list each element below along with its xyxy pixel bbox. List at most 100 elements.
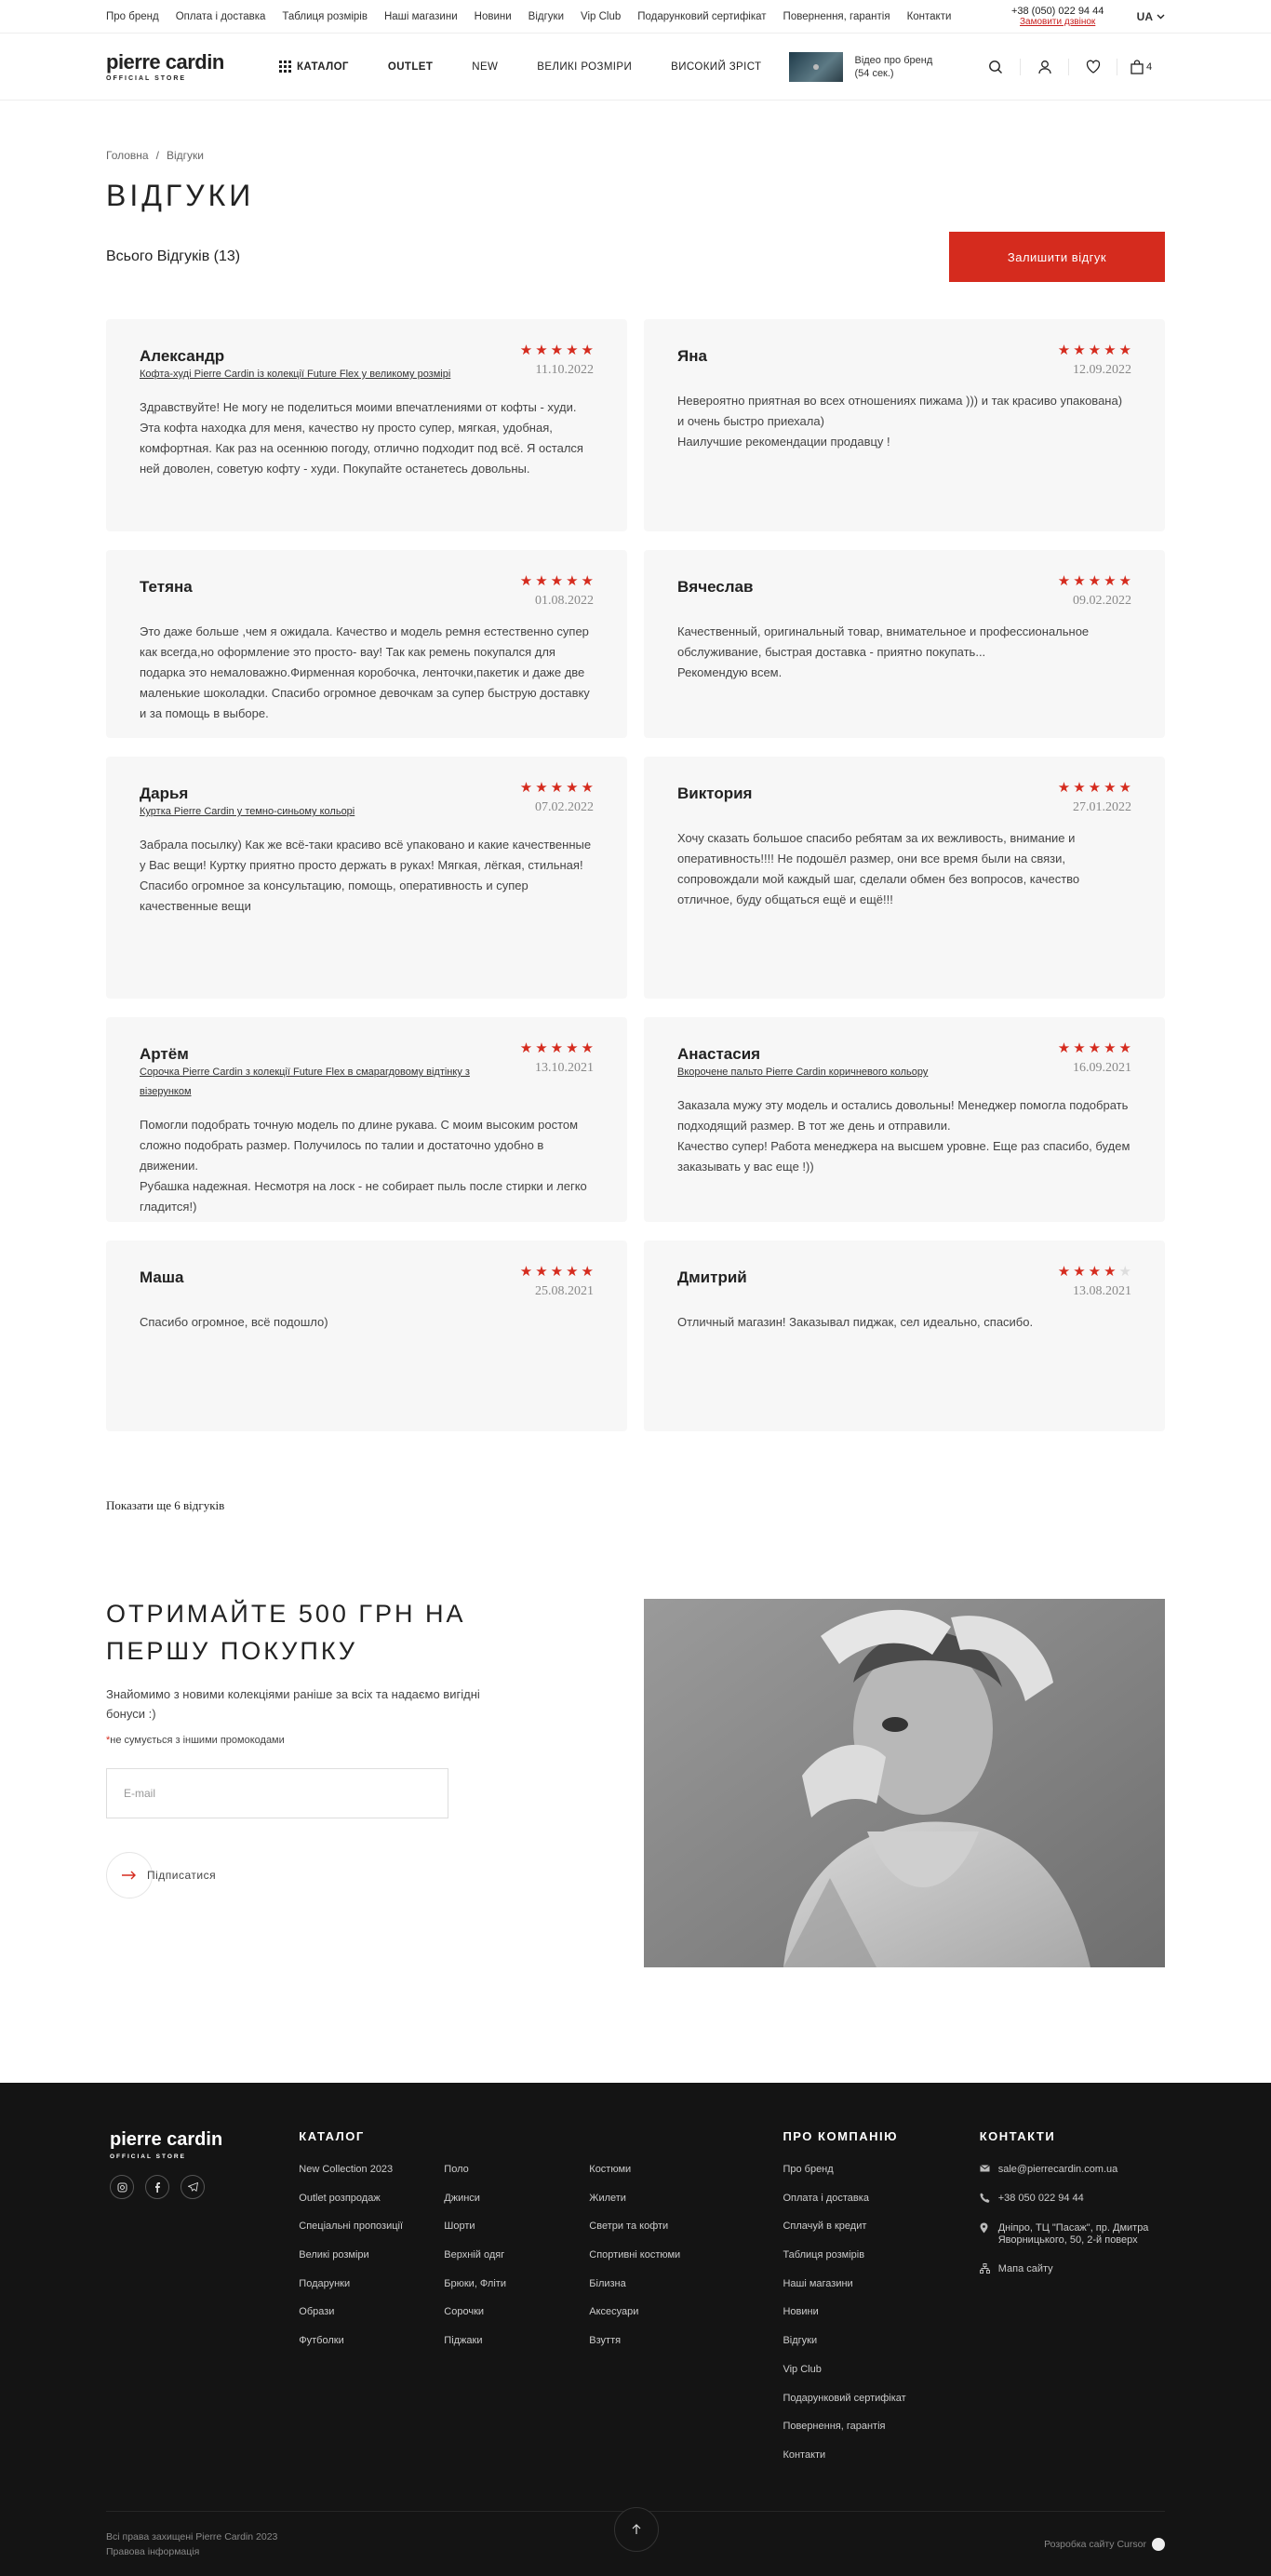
subscribe-title: ОТРИМАЙТЕ 500 ГРН НА ПЕРШУ ПОКУПКУ bbox=[106, 1600, 466, 1665]
breadcrumb-home[interactable]: Головна bbox=[106, 149, 149, 162]
review-text: Хочу сказать большое спасибо ребятам за … bbox=[677, 831, 1080, 906]
footer-catalog-link[interactable]: Светри та кофти bbox=[589, 2220, 734, 2233]
footer-catalog-link[interactable]: New Collection 2023 bbox=[299, 2164, 444, 2176]
footer-catalog-link[interactable]: Спеціальні пропозиції bbox=[299, 2220, 444, 2233]
review-meta: ★ ★ ★ ★ ★ 11.10.2022 bbox=[520, 343, 594, 378]
footer-catalog-link[interactable]: Жилети bbox=[589, 2193, 734, 2205]
legal-info-link[interactable]: Правова інформація bbox=[106, 2544, 277, 2559]
footer-catalog-link[interactable]: Футболки bbox=[299, 2335, 444, 2347]
footer-contacts-list: sale@pierrecardin.com.ua +38 050 022 94 … bbox=[979, 2164, 1165, 2277]
logo[interactable]: pierre cardin OFFICIAL STORE bbox=[106, 51, 279, 82]
top-link-news[interactable]: Новини bbox=[475, 11, 512, 22]
star-icon: ★ bbox=[1104, 1040, 1117, 1056]
footer-company-link[interactable]: Повернення, гарантія bbox=[783, 2421, 979, 2433]
footer-catalog-link[interactable]: Аксесуари bbox=[589, 2306, 734, 2318]
review-card: Тетяна ★ ★ ★ ★ ★ 01.08.2022 Это даже больше ,че… bbox=[106, 550, 627, 738]
cart-button[interactable]: 4 bbox=[1117, 58, 1165, 75]
footer-catalog-column: New Collection 2023 Outlet розпродаж Спеці… bbox=[299, 2164, 444, 2364]
footer-catalog-link[interactable]: Сорочки bbox=[444, 2306, 589, 2318]
review-product-link[interactable]: Куртка Pierre Cardin у темно-синьому кол… bbox=[140, 802, 502, 822]
star-icon: ★ bbox=[519, 1040, 533, 1056]
footer-catalog-column: Костюми Жилети Светри та кофти Спортивні ко… bbox=[589, 2164, 734, 2364]
top-link-vip[interactable]: Vip Club bbox=[581, 11, 621, 22]
footer-catalog-link[interactable]: Спортивні костюми bbox=[589, 2249, 734, 2261]
wishlist-button[interactable] bbox=[1068, 58, 1117, 75]
email-field[interactable] bbox=[106, 1768, 448, 1818]
reviews-count: Всього Відгуків (13) bbox=[106, 248, 241, 264]
footer-company-link[interactable]: Наші магазини bbox=[783, 2278, 979, 2290]
developer-link[interactable]: Розробка сайту Cursor bbox=[1044, 2537, 1165, 2552]
video-caption: Відео про бренд (54 сек.) bbox=[854, 54, 932, 80]
footer-catalog-link[interactable]: Костюми bbox=[589, 2164, 734, 2176]
star-icon: ★ bbox=[550, 342, 564, 358]
contact-phone[interactable]: +38 050 022 94 44 bbox=[980, 2193, 1165, 2207]
account-button[interactable] bbox=[1020, 58, 1068, 75]
leave-review-button[interactable]: Залишити відгук bbox=[949, 232, 1165, 282]
facebook-icon[interactable] bbox=[145, 2175, 169, 2199]
footer-company-link[interactable]: Подарунковий сертифікат bbox=[783, 2393, 979, 2405]
reviewer-name: Артём bbox=[140, 1045, 189, 1063]
sitemap-link[interactable]: Мапа сайту bbox=[979, 2263, 1165, 2277]
footer-company-link[interactable]: Vip Club bbox=[783, 2364, 979, 2376]
review-meta: ★ ★ ★ ★ ★ 09.02.2022 bbox=[1058, 574, 1131, 609]
top-link-certificate[interactable]: Подарунковий сертифікат bbox=[637, 11, 766, 22]
footer-catalog-link[interactable]: Образи bbox=[299, 2306, 444, 2318]
footer-company-link[interactable]: Контакти bbox=[783, 2449, 979, 2462]
instagram-icon[interactable] bbox=[110, 2175, 134, 2199]
arrow-right-icon bbox=[106, 1852, 153, 1898]
scroll-to-top-button[interactable] bbox=[614, 2507, 659, 2552]
footer-catalog-link[interactable]: Верхній одяг bbox=[444, 2249, 589, 2261]
contact-email[interactable]: sale@pierrecardin.com.ua bbox=[979, 2164, 1165, 2176]
footer-company-link[interactable]: Оплата і доставка bbox=[783, 2193, 979, 2205]
footer-company-link[interactable]: Новини bbox=[783, 2306, 979, 2318]
footer-company-link[interactable]: Відгуки bbox=[783, 2335, 979, 2347]
review-product-link[interactable]: Кофта-худі Pierre Cardin із колекції Fut… bbox=[140, 365, 502, 384]
footer-company-link[interactable]: Сплачуй в кредит bbox=[783, 2220, 979, 2233]
footer-catalog-link[interactable]: Подарунки bbox=[299, 2278, 444, 2290]
main-header: pierre cardin OFFICIAL STORE КАТАЛОГ OUT… bbox=[0, 34, 1271, 101]
nav-catalog[interactable]: КАТАЛОГ bbox=[279, 60, 349, 73]
subscribe-button[interactable]: Підписатися bbox=[106, 1852, 497, 1898]
footer-catalog-title: КАТАЛОГ bbox=[299, 2129, 365, 2143]
top-link-payment[interactable]: Оплата і доставка bbox=[176, 11, 266, 22]
search-button[interactable] bbox=[971, 59, 1020, 75]
top-link-contacts[interactable]: Контакти bbox=[907, 11, 952, 22]
footer-catalog-link[interactable]: Джинси bbox=[444, 2193, 589, 2205]
nav-new[interactable]: NEW bbox=[472, 61, 498, 73]
phone-link[interactable]: +38 (050) 022 94 44 bbox=[1007, 6, 1109, 17]
nav-outlet[interactable]: OUTLET bbox=[388, 61, 433, 73]
callback-link[interactable]: Замовити дзвінок bbox=[1007, 17, 1109, 28]
top-link-reviews[interactable]: Відгуки bbox=[528, 11, 564, 22]
star-icon: ★ bbox=[550, 1040, 564, 1056]
review-product-link[interactable]: Вкорочене пальто Pierre Cardin коричнево… bbox=[677, 1063, 1040, 1082]
footer-catalog-link[interactable]: Великі розміри bbox=[299, 2249, 444, 2261]
top-link-stores[interactable]: Наші магазини bbox=[384, 11, 458, 22]
rating-stars: ★ ★ ★ ★ ★ bbox=[520, 343, 594, 357]
nav-tall[interactable]: ВИСОКИЙ ЗРІСТ bbox=[671, 61, 761, 73]
star-icon: ★ bbox=[1118, 1264, 1131, 1280]
language-switcher[interactable]: UA bbox=[1137, 10, 1165, 23]
footer-catalog-link[interactable]: Піджаки bbox=[444, 2335, 589, 2347]
star-icon: ★ bbox=[1088, 780, 1102, 796]
telegram-icon[interactable] bbox=[181, 2175, 205, 2199]
footer-catalog-link[interactable]: Поло bbox=[444, 2164, 589, 2176]
footer-catalog-link[interactable]: Outlet розпродаж bbox=[299, 2193, 444, 2205]
show-more-reviews-link[interactable]: Показати ще 6 відгуків bbox=[106, 1498, 1165, 1513]
brand-video-link[interactable]: Відео про бренд (54 сек.) bbox=[789, 51, 932, 82]
review-product-link[interactable]: Сорочка Pierre Cardin з колекції Future … bbox=[140, 1063, 502, 1102]
footer-logo[interactable]: pierre cardin OFFICIAL STORE bbox=[110, 2129, 299, 2160]
star-icon: ★ bbox=[535, 1264, 548, 1280]
footer-company-link[interactable]: Таблиця розмірів bbox=[783, 2249, 979, 2261]
footer-catalog-link[interactable]: Шорти bbox=[444, 2220, 589, 2233]
review-date: 16.09.2021 bbox=[1073, 1061, 1131, 1075]
top-link-returns[interactable]: Повернення, гарантія bbox=[783, 11, 890, 22]
footer-company-link[interactable]: Про бренд bbox=[783, 2164, 979, 2176]
top-link-sizes[interactable]: Таблиця розмірів bbox=[282, 11, 368, 22]
top-link-about[interactable]: Про бренд bbox=[106, 11, 159, 22]
footer-catalog-link[interactable]: Білизна bbox=[589, 2278, 734, 2290]
star-icon: ★ bbox=[1073, 1040, 1086, 1056]
subscribe-button-label: Підписатися bbox=[147, 1869, 217, 1882]
nav-big-sizes[interactable]: ВЕЛИКІ РОЗМІРИ bbox=[537, 61, 632, 73]
footer-catalog-link[interactable]: Брюки, Фліти bbox=[444, 2278, 589, 2290]
footer-catalog-link[interactable]: Взуття bbox=[589, 2335, 734, 2347]
